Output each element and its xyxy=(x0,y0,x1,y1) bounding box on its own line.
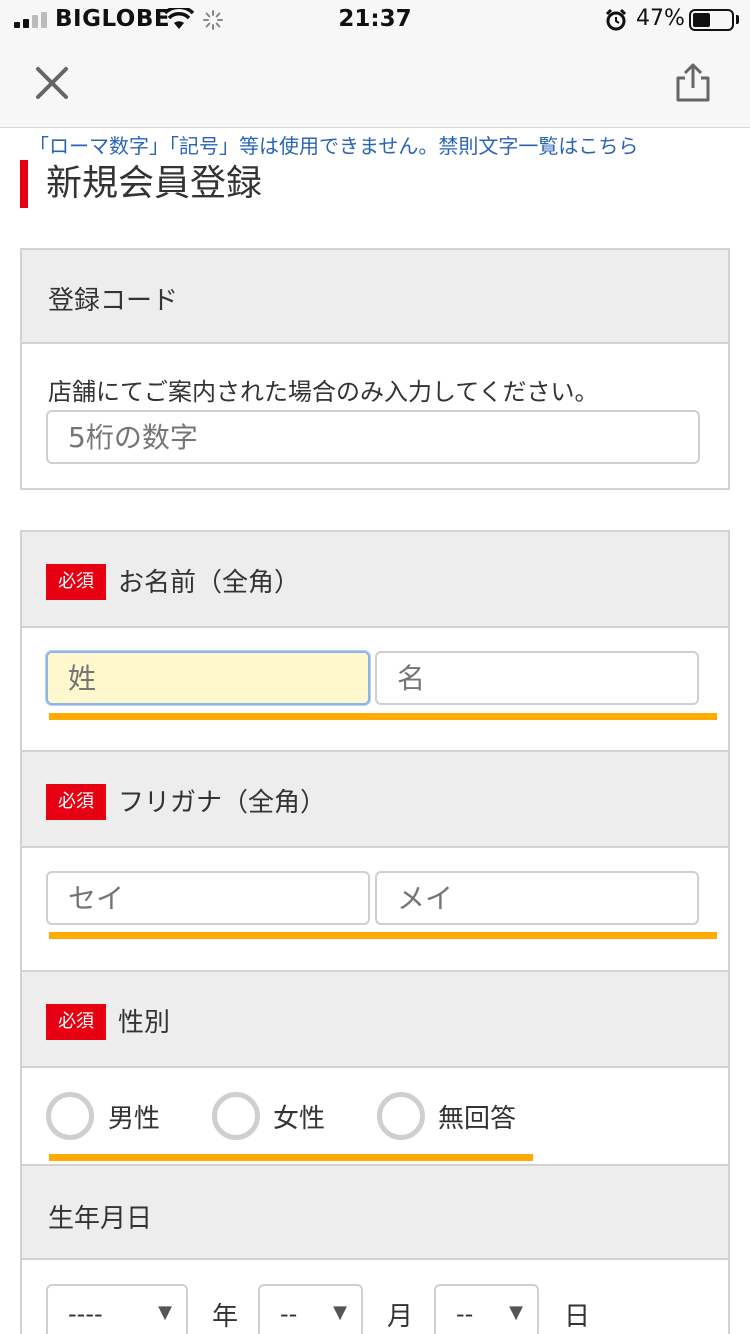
required-badge: 必須 xyxy=(46,564,106,600)
year-unit: 年 xyxy=(212,1302,239,1332)
registration-code-helper: 店舗にてご案内された場合のみ入力してください。 xyxy=(48,378,599,406)
alarm-icon xyxy=(605,8,627,31)
section-header: 必須 フリガナ（全角） xyxy=(22,752,728,848)
dropdown-arrow-icon: ▼ xyxy=(509,1302,523,1323)
last-name-kana-input[interactable] xyxy=(46,871,370,925)
registration-code-section: 登録コード 店舗にてご案内された場合のみ入力してください。 xyxy=(20,248,730,490)
first-name-input[interactable] xyxy=(375,651,699,705)
dropdown-arrow-icon: ▼ xyxy=(158,1302,172,1323)
battery-cap xyxy=(736,15,739,24)
gender-radio-female[interactable] xyxy=(212,1092,260,1140)
section-header: 登録コード xyxy=(22,250,728,344)
month-unit: 月 xyxy=(387,1302,414,1332)
birth-day-select[interactable]: -- ▼ xyxy=(434,1284,539,1334)
field-highlight-line xyxy=(49,713,717,720)
name-section: 必須 お名前（全角） xyxy=(20,530,730,752)
last-name-input[interactable] xyxy=(46,651,370,705)
birth-day-value: -- xyxy=(456,1300,474,1328)
birth-month-select[interactable]: -- ▼ xyxy=(258,1284,363,1334)
gender-option-label[interactable]: 男性 xyxy=(108,1098,160,1135)
furigana-label: フリガナ（全角） xyxy=(118,788,327,818)
gender-option-label[interactable]: 無回答 xyxy=(438,1098,516,1135)
field-highlight-line xyxy=(49,932,717,939)
name-label: お名前（全角） xyxy=(118,568,301,598)
section-header: 必須 性別 xyxy=(22,972,728,1068)
share-icon[interactable] xyxy=(672,62,714,104)
day-unit: 日 xyxy=(564,1302,591,1332)
section-header: 必須 お名前（全角） xyxy=(22,532,728,628)
field-highlight-line xyxy=(49,1154,533,1161)
close-icon[interactable] xyxy=(34,65,70,101)
battery-percentage: 47% xyxy=(636,6,685,31)
dropdown-arrow-icon: ▼ xyxy=(333,1302,347,1323)
status-bar: BIGLOBE 21:37 47% xyxy=(0,0,750,40)
nav-bar xyxy=(0,40,750,128)
battery-icon xyxy=(689,9,734,31)
birthdate-label: 生年月日 xyxy=(48,1204,153,1234)
furigana-section: 必須 フリガナ（全角） xyxy=(20,750,730,972)
gender-option-label[interactable]: 女性 xyxy=(273,1098,325,1135)
required-badge: 必須 xyxy=(46,784,106,820)
birthdate-section: 生年月日 ---- ▼ 年 -- ▼ 月 -- ▼ 日 xyxy=(20,1164,730,1334)
title-accent-bar xyxy=(20,160,28,208)
forbidden-chars-notice-link[interactable]: 「ローマ数字」「記号」等は使用できません。禁則文字一覧はこちら xyxy=(29,130,638,159)
birth-month-value: -- xyxy=(280,1300,298,1328)
page-title: 新規会員登録 xyxy=(46,163,263,204)
first-name-kana-input[interactable] xyxy=(375,871,699,925)
section-header: 生年月日 xyxy=(22,1166,728,1260)
required-badge: 必須 xyxy=(46,1004,106,1040)
birth-year-value: ---- xyxy=(68,1300,103,1328)
gender-radio-no-answer[interactable] xyxy=(377,1092,425,1140)
registration-code-input[interactable] xyxy=(46,410,700,464)
birth-year-select[interactable]: ---- ▼ xyxy=(46,1284,188,1334)
battery-level xyxy=(693,13,710,27)
gender-label: 性別 xyxy=(118,1008,171,1038)
registration-code-label: 登録コード xyxy=(48,286,179,316)
gender-section: 必須 性別 男性 女性 無回答 xyxy=(20,970,730,1166)
gender-radio-male[interactable] xyxy=(46,1092,94,1140)
